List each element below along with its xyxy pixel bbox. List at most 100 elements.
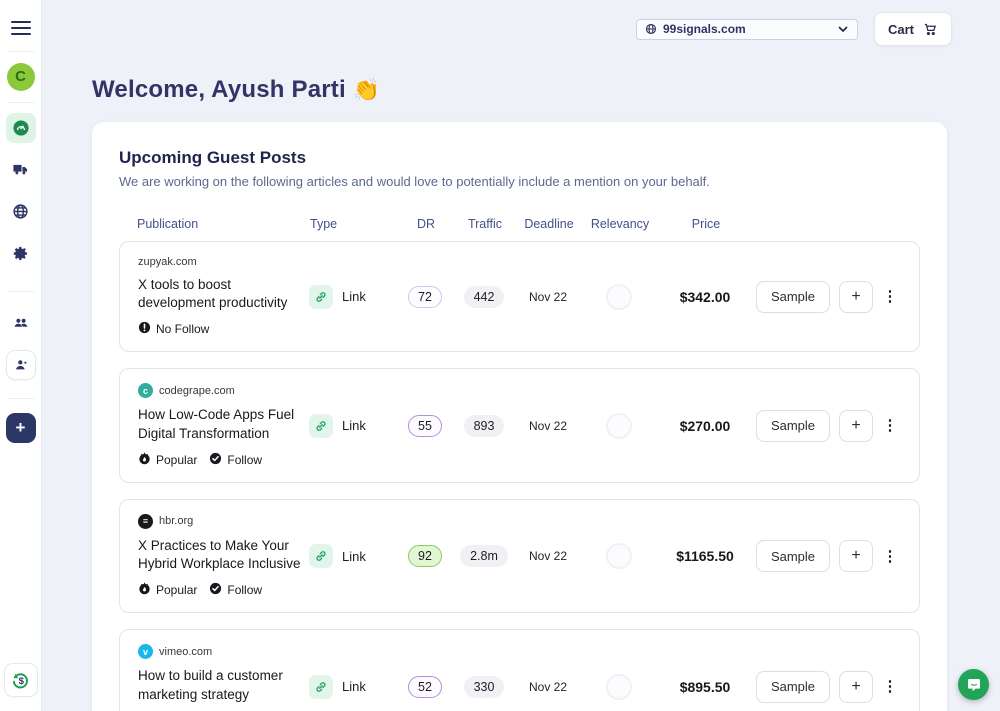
divider [7,102,35,103]
price-cell: $1165.50 [657,548,753,564]
publication-cell: ≡hbr.orgX Practices to Make Your Hybrid … [138,514,309,598]
add-cell: + [833,540,879,572]
type-cell: Link [309,544,397,568]
price-cell: $895.50 [657,679,753,695]
guest-post-row: zupyak.comX tools to boost development p… [119,241,920,352]
badge-label: Popular [156,453,197,467]
column-header-type: Type [310,217,398,231]
badge-label: Follow [227,453,262,467]
publication-domain: c codegrape.com [138,383,309,398]
hamburger-menu-icon[interactable] [11,17,31,39]
flame-icon [138,582,151,598]
sidebar-item-refunds[interactable]: $ [4,663,38,697]
guest-post-row: vvimeo.comHow to build a customer market… [119,629,920,711]
publication-domain-text: vimeo.com [159,646,212,658]
deadline-cell: Nov 22 [515,549,581,563]
traffic-cell: 442 [453,286,515,308]
sidebar-item-sites[interactable] [6,197,36,227]
globe-icon [645,23,657,35]
site-selector[interactable]: 99signals.com [636,19,858,40]
menu-cell: ⋮ [879,418,901,433]
users-icon [12,314,30,332]
cart-button[interactable]: Cart [874,12,952,46]
dr-cell: 55 [397,415,453,437]
sample-cell: Sample [753,281,833,313]
badge-popular: Popular [138,582,197,598]
add-to-cart-button[interactable]: + [839,671,873,703]
dr-cell: 52 [397,676,453,698]
dr-cell: 92 [397,545,453,567]
plus-icon: + [16,418,26,438]
badge-list: Popular Follow [138,582,309,598]
relevancy-cell [581,284,657,310]
kebab-menu-icon[interactable]: ⋮ [883,679,898,694]
badge-label: Popular [156,583,197,597]
badge-label: Follow [227,583,262,597]
svg-text:$: $ [18,676,24,687]
person-icon [13,357,29,373]
currency-refresh-icon: $ [10,669,32,691]
add-to-cart-button[interactable]: + [839,540,873,572]
deadline-cell: Nov 22 [515,290,581,304]
kebab-menu-icon[interactable]: ⋮ [883,418,898,433]
sample-button[interactable]: Sample [756,671,830,703]
type-cell: Link [309,675,397,699]
publication-domain: zupyak.com [138,256,309,268]
sidebar-item-settings[interactable] [6,239,36,269]
chat-launcher-button[interactable] [958,669,989,700]
chevron-down-icon [837,23,849,35]
sidebar-item-team[interactable] [6,308,36,338]
cart-button-label: Cart [888,22,914,37]
cart-icon [923,22,938,37]
badge-list: Popular Follow [138,452,309,468]
gear-icon [12,245,29,262]
article-title: How to build a customer marketing strate… [138,667,309,703]
link-icon [309,285,333,309]
sidebar-item-account[interactable] [6,350,36,380]
exclamation-circle-icon [138,321,151,337]
upcoming-guest-posts-card: Upcoming Guest Posts We are working on t… [92,122,947,711]
kebab-menu-icon[interactable]: ⋮ [883,549,898,564]
avatar[interactable]: C [7,63,35,91]
badge-follow: Follow [209,452,262,468]
kebab-menu-icon[interactable]: ⋮ [883,289,898,304]
publication-cell: vvimeo.comHow to build a customer market… [138,644,309,711]
publication-cell: zupyak.comX tools to boost development p… [138,256,309,337]
traffic-cell: 2.8m [453,545,515,567]
sample-cell: Sample [753,540,833,572]
sample-button[interactable]: Sample [756,540,830,572]
add-cell: + [833,671,879,703]
menu-cell: ⋮ [879,289,901,304]
publication-domain-text: codegrape.com [159,385,235,397]
topbar: 99signals.com Cart [42,0,1000,58]
traffic-cell: 893 [453,415,515,437]
card-subtitle: We are working on the following articles… [119,174,920,189]
type-cell: Link [309,414,397,438]
sidebar-item-orders[interactable] [6,155,36,185]
sample-button[interactable]: Sample [756,281,830,313]
site-favicon: c [138,383,153,398]
divider [7,398,35,399]
truck-icon [12,161,29,178]
badge-no-follow: No Follow [138,321,209,337]
traffic-badge: 893 [464,415,505,437]
sample-button[interactable]: Sample [756,410,830,442]
publication-cell: ccodegrape.comHow Low-Code Apps Fuel Dig… [138,383,309,467]
check-circle-icon [209,582,222,598]
sidebar-item-dashboard[interactable] [6,113,36,143]
column-header-price: Price [658,217,754,231]
relevancy-indicator [606,674,632,700]
gauge-icon [12,119,30,137]
divider [7,51,35,52]
add-new-button[interactable]: + [6,413,36,443]
add-to-cart-button[interactable]: + [839,281,873,313]
menu-cell: ⋮ [879,679,901,694]
chat-bubble-icon [966,677,982,693]
add-to-cart-button[interactable]: + [839,410,873,442]
dr-badge: 92 [408,545,442,567]
add-cell: + [833,410,879,442]
flame-icon [138,452,151,468]
dr-badge: 55 [408,415,442,437]
dr-badge: 72 [408,286,442,308]
column-header-relevancy: Relevancy [582,217,658,231]
